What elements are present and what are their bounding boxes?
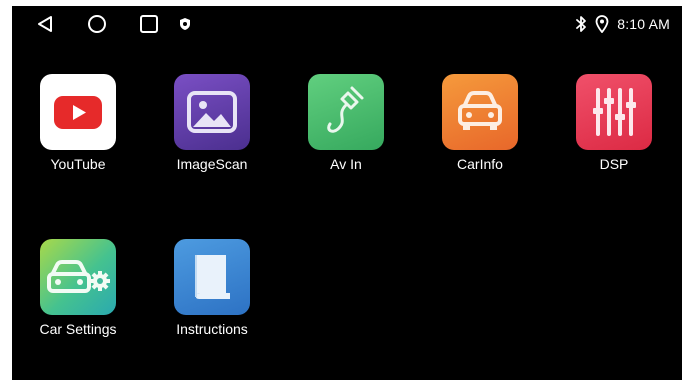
car-settings-icon xyxy=(40,239,116,315)
home-button[interactable] xyxy=(86,13,108,35)
app-carinfo[interactable]: CarInfo xyxy=(416,74,536,194)
app-label-youtube: YouTube xyxy=(50,156,106,172)
app-label-instructions: Instructions xyxy=(176,321,248,337)
app-label-av-in: Av In xyxy=(330,156,362,172)
status-bar: 8:10 AM xyxy=(12,6,682,42)
recents-square-icon xyxy=(140,15,158,33)
app-youtube[interactable]: YouTube xyxy=(14,74,134,194)
app-label-dsp: DSP xyxy=(599,156,629,172)
location-pin-icon xyxy=(595,15,609,33)
youtube-icon xyxy=(40,74,116,150)
app-dsp[interactable]: DSP xyxy=(550,74,670,194)
back-button[interactable] xyxy=(34,13,56,35)
home-circle-icon xyxy=(88,15,106,33)
recents-button[interactable] xyxy=(138,13,160,35)
car-icon xyxy=(442,74,518,150)
shield-icon xyxy=(180,18,190,30)
back-triangle-icon xyxy=(38,16,52,32)
app-label-car-settings: Car Settings xyxy=(39,321,117,337)
book-icon xyxy=(174,239,250,315)
app-av-in[interactable]: Av In xyxy=(282,74,402,194)
status-indicators: 8:10 AM xyxy=(575,6,670,42)
app-label-imagescan: ImageScan xyxy=(176,156,248,172)
image-icon xyxy=(174,74,250,150)
equalizer-icon xyxy=(576,74,652,150)
app-label-carinfo: CarInfo xyxy=(457,156,503,172)
app-instructions[interactable]: Instructions xyxy=(148,239,268,359)
status-clock: 8:10 AM xyxy=(617,16,670,32)
app-imagescan[interactable]: ImageScan xyxy=(148,74,268,194)
home-screen: 8:10 AM YouTube ImageScan Av In CarInfo … xyxy=(12,6,682,380)
av-cable-icon xyxy=(308,74,384,150)
bluetooth-icon xyxy=(576,16,587,32)
app-car-settings[interactable]: Car Settings xyxy=(14,239,134,359)
